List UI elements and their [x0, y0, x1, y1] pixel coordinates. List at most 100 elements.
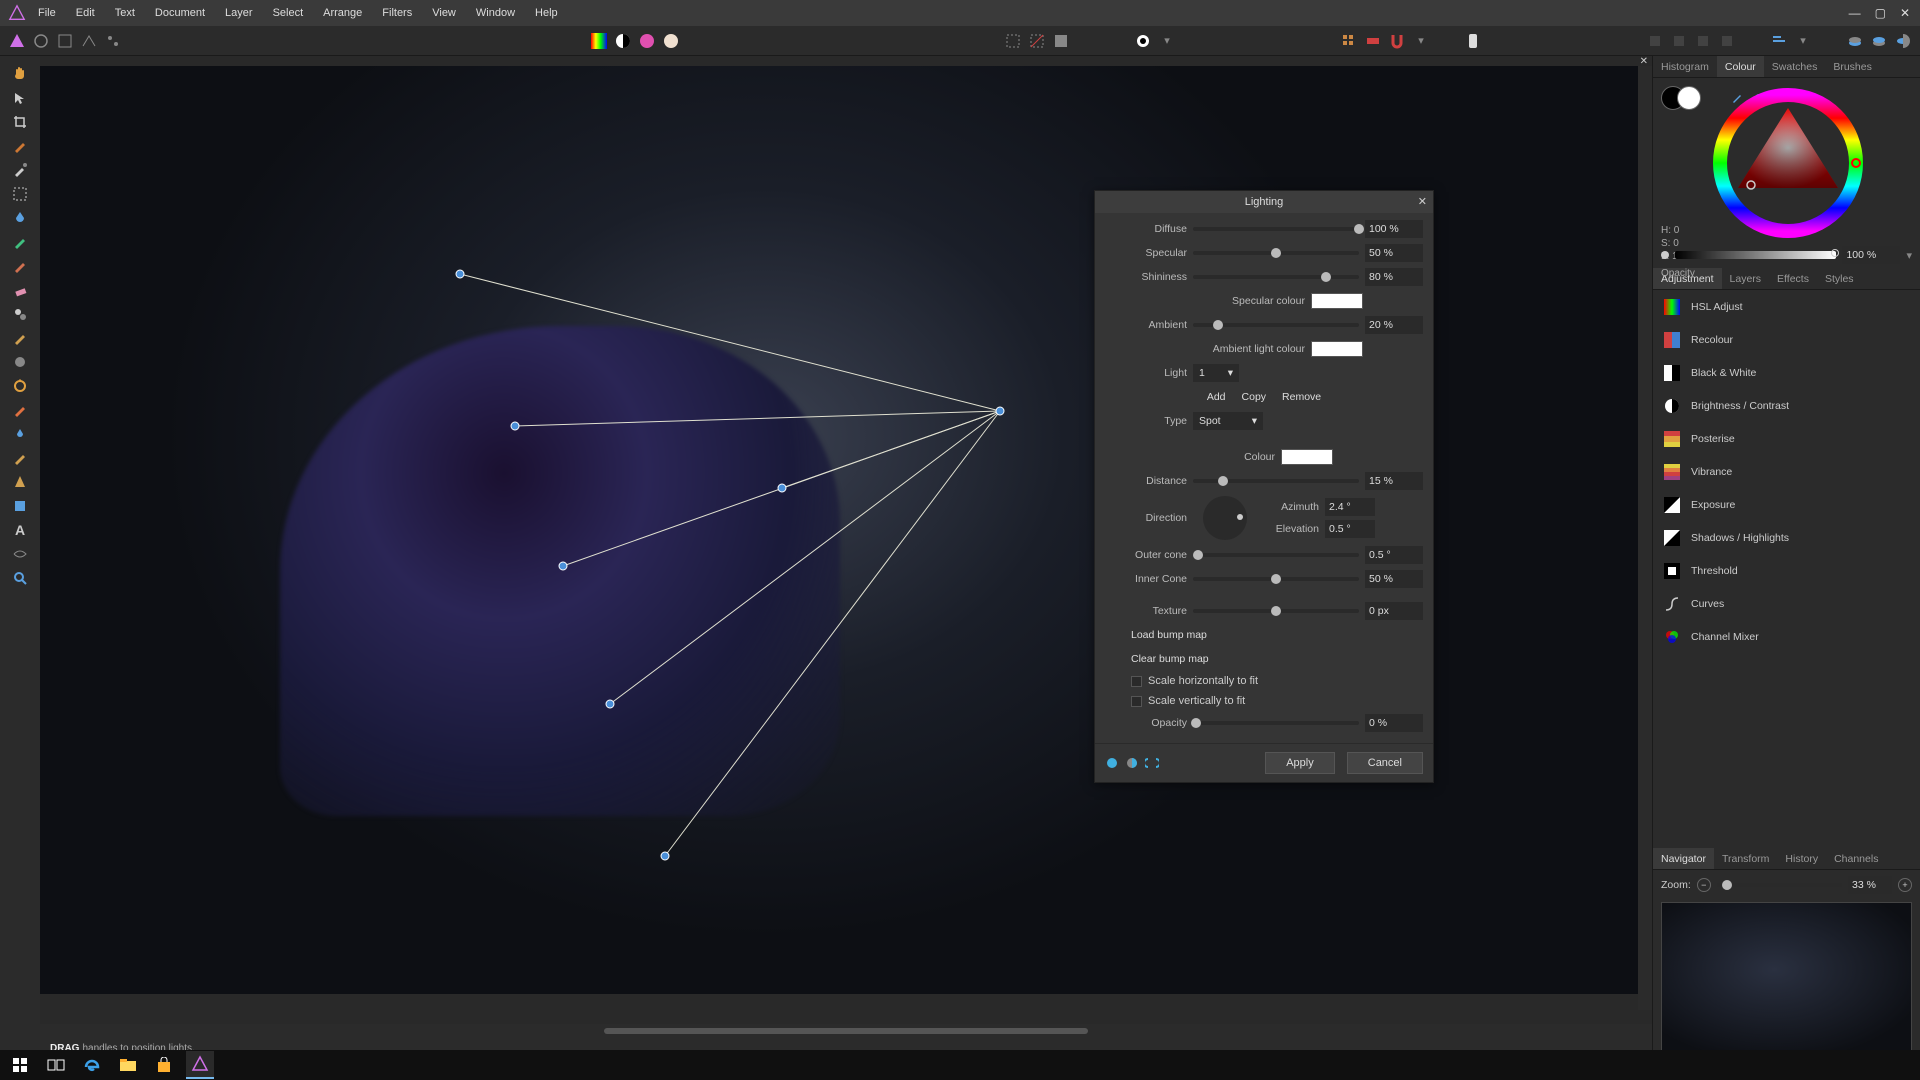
menu-help[interactable]: Help — [535, 7, 558, 19]
tab-layers[interactable]: Layers — [1722, 268, 1770, 289]
preview-mirror-icon[interactable] — [1145, 756, 1159, 770]
swatch-contrast-icon[interactable] — [614, 32, 632, 50]
tab-histogram[interactable]: Histogram — [1653, 56, 1717, 77]
zoom-out-icon[interactable]: − — [1697, 878, 1711, 892]
edge-icon[interactable] — [78, 1051, 106, 1079]
swatch-hue-icon[interactable] — [638, 32, 656, 50]
dropdown-icon[interactable]: ▾ — [1158, 32, 1176, 50]
tab-styles[interactable]: Styles — [1817, 268, 1862, 289]
adj-bw[interactable]: Black & White — [1653, 356, 1920, 389]
heal-tool-icon[interactable] — [8, 328, 32, 348]
marquee-tool-icon[interactable] — [8, 184, 32, 204]
adj-exposure[interactable]: Exposure — [1653, 488, 1920, 521]
document-close-icon[interactable]: ✕ — [1640, 56, 1648, 66]
persona-photo-icon[interactable] — [8, 32, 26, 50]
tab-colour[interactable]: Colour — [1717, 56, 1764, 77]
navigator-thumbnail[interactable] — [1661, 902, 1912, 1052]
paint-brush-icon[interactable] — [8, 232, 32, 252]
dialog-titlebar[interactable]: Lighting ✕ — [1095, 191, 1433, 213]
task-view-icon[interactable] — [42, 1051, 70, 1079]
flood-select-icon[interactable] — [8, 208, 32, 228]
adj-shadows[interactable]: Shadows / Highlights — [1653, 521, 1920, 554]
snap-icon[interactable] — [1364, 32, 1382, 50]
shininess-value[interactable]: 80 % — [1365, 268, 1423, 286]
layer-group-icon[interactable] — [1894, 32, 1912, 50]
text-tool-icon[interactable]: A — [8, 520, 32, 540]
dropdown-icon[interactable]: ▾ — [1906, 249, 1912, 262]
ambient-slider[interactable] — [1193, 323, 1359, 327]
retouch-tool-icon[interactable] — [8, 400, 32, 420]
specular-colour-swatch[interactable] — [1311, 293, 1363, 309]
persona-export-icon[interactable] — [104, 32, 122, 50]
zoom-tool-icon[interactable] — [8, 568, 32, 588]
mask-icon[interactable] — [1134, 32, 1152, 50]
pen-tool-icon[interactable] — [8, 448, 32, 468]
opacity-value[interactable]: 100 % — [1842, 246, 1900, 264]
arrange-2-icon[interactable] — [1670, 32, 1688, 50]
arrange-1-icon[interactable] — [1646, 32, 1664, 50]
menu-view[interactable]: View — [432, 7, 456, 19]
dlg-opacity-slider[interactable] — [1193, 721, 1359, 725]
grid-icon[interactable] — [1340, 32, 1358, 50]
light-select[interactable]: 1▾ — [1193, 364, 1239, 382]
adj-hsl[interactable]: HSL Adjust — [1653, 290, 1920, 323]
adj-curves[interactable]: Curves — [1653, 587, 1920, 620]
assistant-icon[interactable] — [1464, 32, 1482, 50]
move-tool-icon[interactable] — [8, 88, 32, 108]
remove-button[interactable]: Remove — [1282, 391, 1321, 403]
menu-text[interactable]: Text — [115, 7, 135, 19]
adj-posterise[interactable]: Posterise — [1653, 422, 1920, 455]
shininess-slider[interactable] — [1193, 275, 1359, 279]
selection-deselect-icon[interactable] — [1028, 32, 1046, 50]
layer-add-icon[interactable] — [1846, 32, 1864, 50]
hue-wheel[interactable] — [1713, 88, 1863, 238]
swatch-soft-icon[interactable] — [662, 32, 680, 50]
layer-dup-icon[interactable] — [1870, 32, 1888, 50]
color-picker-icon[interactable] — [8, 160, 32, 180]
outer-cone-slider[interactable] — [1193, 553, 1359, 557]
shape-tool-icon[interactable] — [8, 496, 32, 516]
persona-liquify-icon[interactable] — [32, 32, 50, 50]
vertical-scrollbar[interactable] — [1638, 66, 1652, 1010]
ambient-colour-swatch[interactable] — [1311, 341, 1363, 357]
adj-recolour[interactable]: Recolour — [1653, 323, 1920, 356]
tab-history[interactable]: History — [1777, 848, 1826, 869]
smudge-tool-icon[interactable] — [8, 424, 32, 444]
menu-edit[interactable]: Edit — [76, 7, 95, 19]
adj-channel-mixer[interactable]: Channel Mixer — [1653, 620, 1920, 653]
direction-wheel[interactable] — [1203, 496, 1247, 540]
menu-select[interactable]: Select — [273, 7, 304, 19]
cancel-button[interactable]: Cancel — [1347, 752, 1423, 774]
adj-brightness[interactable]: Brightness / Contrast — [1653, 389, 1920, 422]
light-colour-swatch[interactable] — [1281, 449, 1333, 465]
front-colour-swatch[interactable] — [1677, 86, 1701, 110]
load-bump-button[interactable]: Load bump map — [1131, 629, 1207, 641]
tab-brushes[interactable]: Brushes — [1825, 56, 1880, 77]
brush-tool-icon[interactable] — [8, 136, 32, 156]
zoom-in-icon[interactable]: + — [1898, 878, 1912, 892]
menu-arrange[interactable]: Arrange — [323, 7, 362, 19]
specular-value[interactable]: 50 % — [1365, 244, 1423, 262]
add-button[interactable]: Add — [1207, 391, 1226, 403]
crop-tool-icon[interactable] — [8, 112, 32, 132]
start-icon[interactable] — [6, 1051, 34, 1079]
copy-button[interactable]: Copy — [1242, 391, 1267, 403]
menu-window[interactable]: Window — [476, 7, 515, 19]
apply-button[interactable]: Apply — [1265, 752, 1335, 774]
swatch-rainbow-icon[interactable] — [590, 32, 608, 50]
explorer-icon[interactable] — [114, 1051, 142, 1079]
mesh-tool-icon[interactable] — [8, 544, 32, 564]
preview-split-icon[interactable] — [1125, 756, 1139, 770]
distance-slider[interactable] — [1193, 479, 1359, 483]
scale-h-checkbox[interactable] — [1131, 676, 1142, 687]
selection-invert-icon[interactable] — [1052, 32, 1070, 50]
arrange-4-icon[interactable] — [1718, 32, 1736, 50]
clone-tool-icon[interactable] — [8, 304, 32, 324]
tab-effects[interactable]: Effects — [1769, 268, 1817, 289]
zoom-slider[interactable] — [1717, 883, 1842, 887]
persona-tone-icon[interactable] — [80, 32, 98, 50]
menu-filters[interactable]: Filters — [382, 7, 412, 19]
diffuse-value[interactable]: 100 % — [1365, 220, 1423, 238]
zoom-value[interactable]: 33 % — [1848, 876, 1892, 894]
menu-document[interactable]: Document — [155, 7, 205, 19]
